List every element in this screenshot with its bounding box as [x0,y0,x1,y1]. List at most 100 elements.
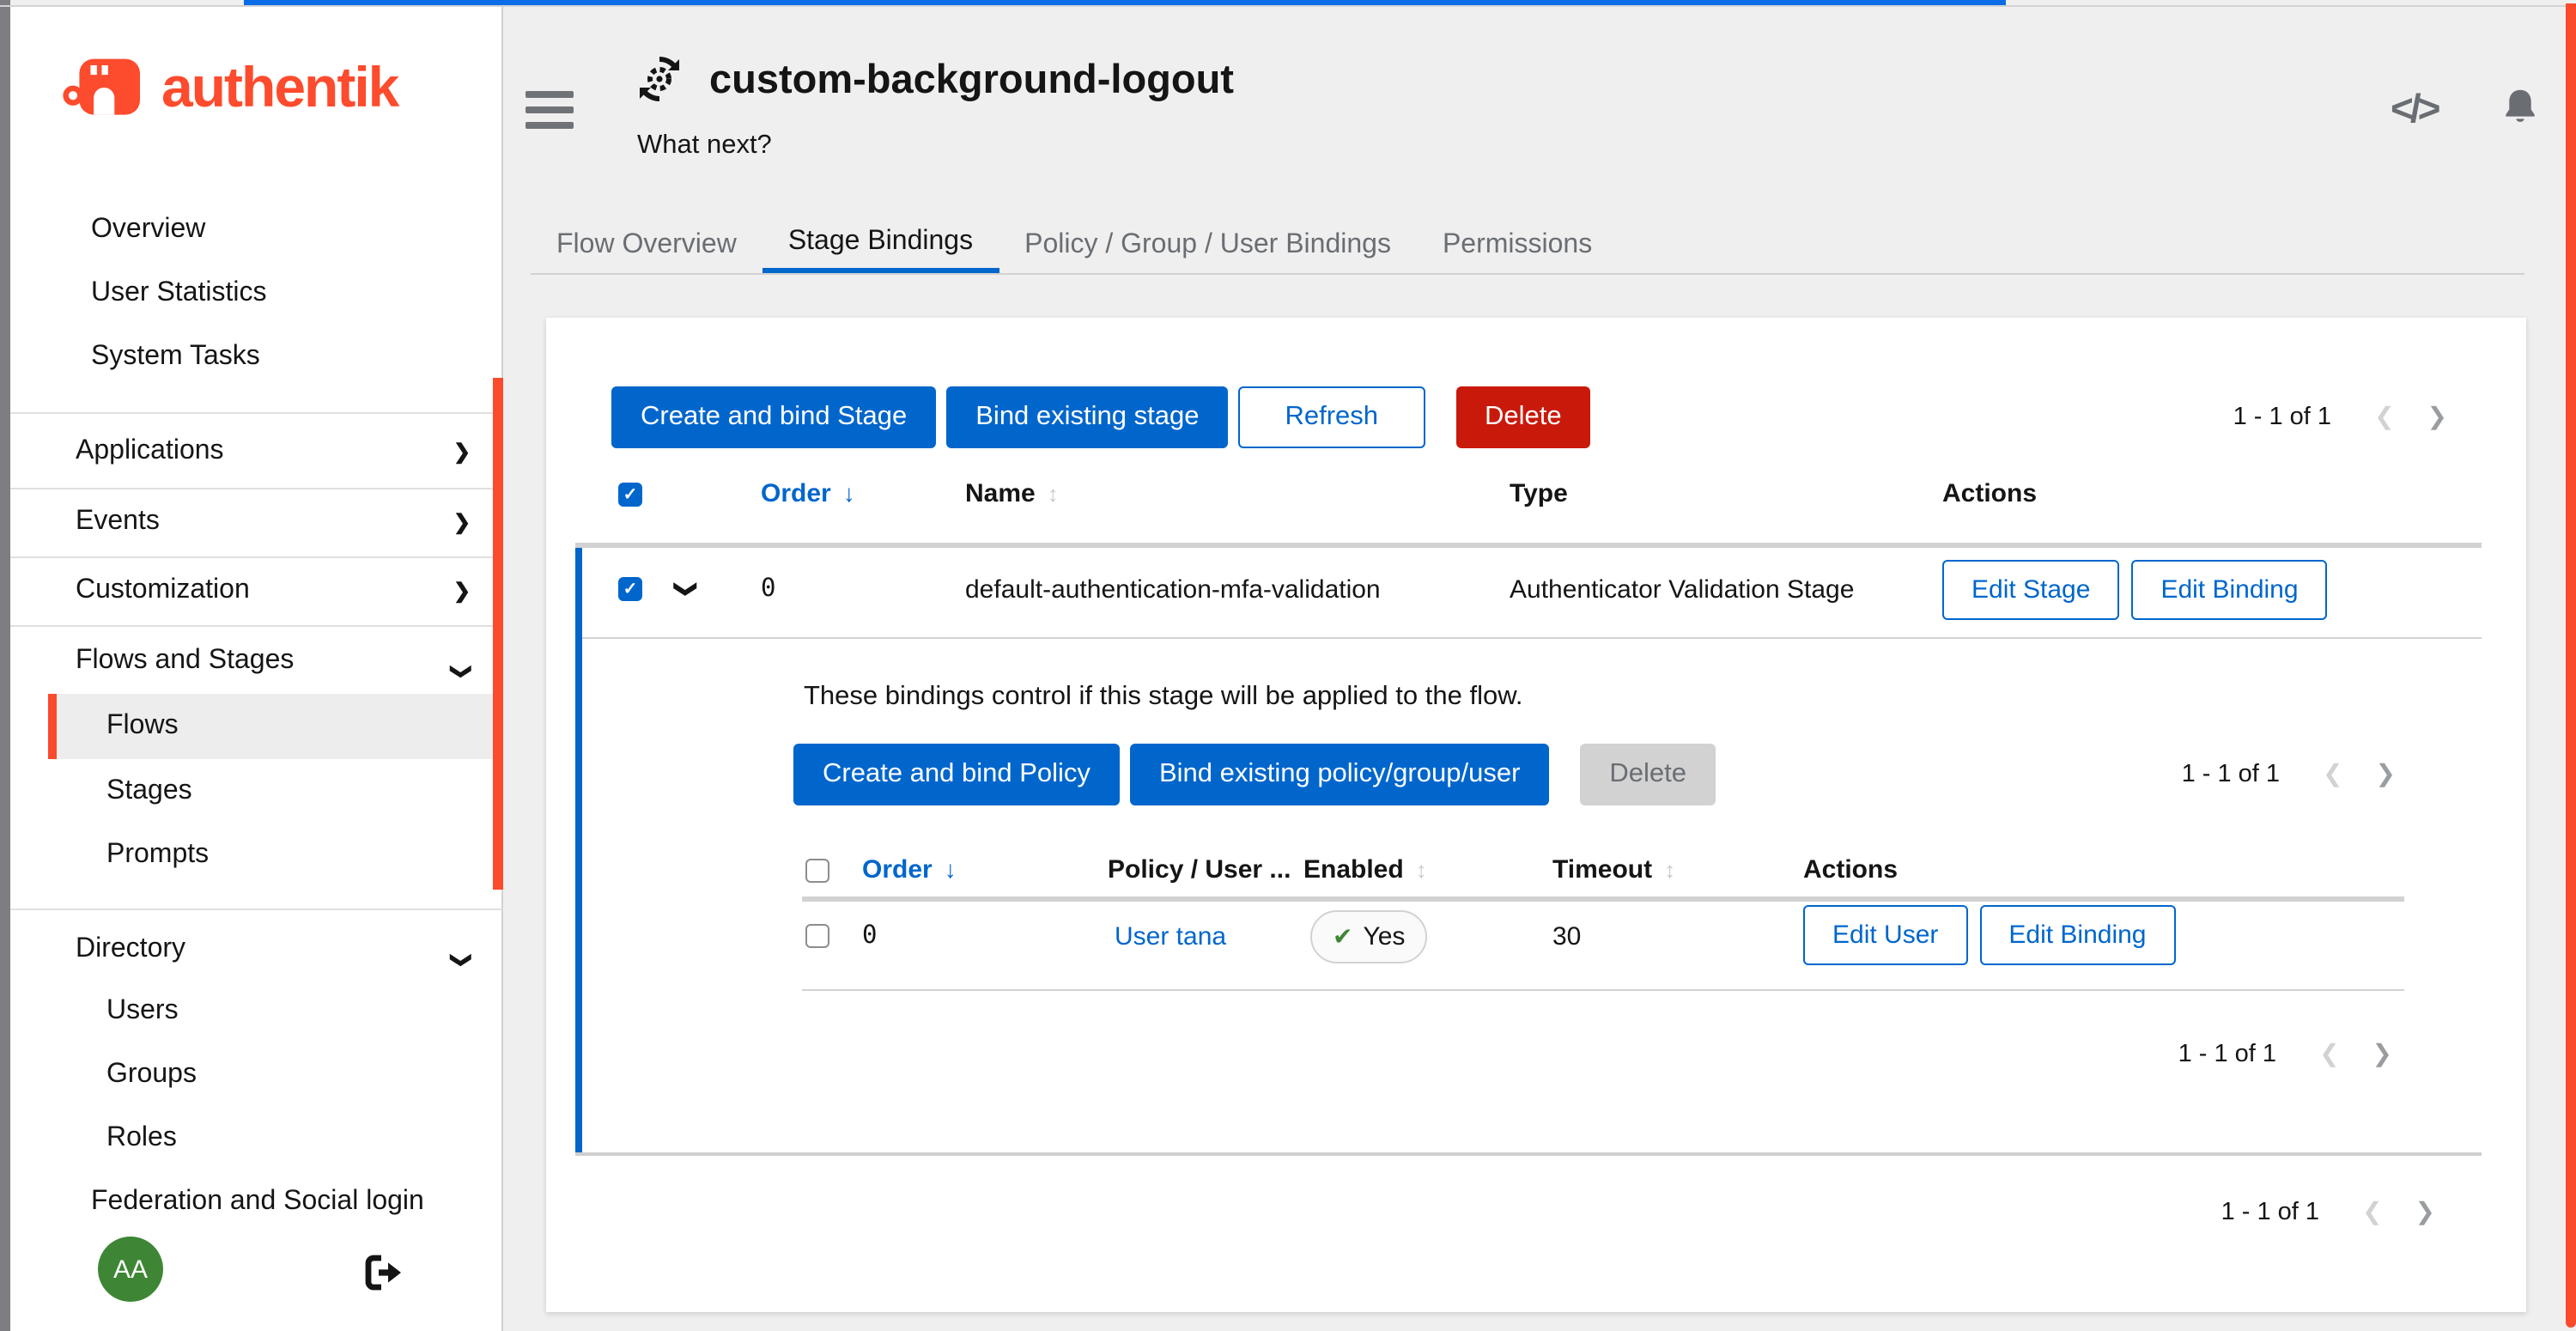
binding-edit-binding-button[interactable]: Edit Binding [1979,905,2175,965]
edit-user-button[interactable]: Edit User [1803,905,1967,965]
row-type-cell: Authenticator Validation Stage [1510,575,1854,605]
binding-row-timeout-cell: 30 [1552,922,1581,951]
sort-desc-icon: ↓ [945,855,957,883]
tab-permissions[interactable]: Permissions [1417,216,1618,273]
pagination-label: 1 - 1 of 1 [2182,760,2280,787]
bell-icon [2499,86,2542,129]
api-drawer-button[interactable]: </> [2391,86,2438,132]
row-bottom-border [582,637,2482,639]
binding-row-checkbox[interactable] [805,924,829,948]
sidebar-item-roles[interactable]: Roles [106,1123,177,1154]
sidebar-item-users[interactable]: Users [106,996,179,1027]
sidebar-item-directory[interactable]: Directory [76,934,185,965]
tab-flow-overview[interactable]: Flow Overview [531,216,762,273]
create-and-bind-policy-button[interactable]: Create and bind Policy [793,744,1120,805]
pagination-prev-icon[interactable]: ❮ [2319,1039,2339,1068]
pagination-label: 1 - 1 of 1 [2233,403,2331,430]
expanded-panel-bottom-border [575,1152,2482,1156]
sidebar-item-stages[interactable]: Stages [106,776,192,807]
select-all-checkbox[interactable]: ✓ [618,483,642,507]
sidebar-toggle-button[interactable] [526,91,574,128]
column-header-name[interactable]: Name↕ [965,479,1059,510]
pagination-inner-top: 1 - 1 of 1 ❮ ❯ [2182,759,2396,788]
sidebar-item-groups[interactable]: Groups [106,1060,197,1091]
pagination-next-icon[interactable]: ❯ [2427,402,2447,431]
row-checkbox[interactable]: ✓ [618,577,642,601]
binding-row-actions: Edit User Edit Binding [1803,905,2176,965]
sidebar-item-overview[interactable]: Overview [91,215,205,246]
table-header-separator [575,543,2482,547]
stage-bindings-card: Create and bind Stage Bind existing stag… [546,318,2526,1312]
bind-existing-stage-button[interactable]: Bind existing stage [946,386,1228,448]
pagination-label: 1 - 1 of 1 [2178,1040,2276,1067]
flow-type-icon [632,52,687,115]
page-title: custom-background-logout [709,57,1234,103]
sidebar-divider [10,412,503,414]
pagination-top: 1 - 1 of 1 ❮ ❯ [2233,402,2447,431]
tab-stage-bindings[interactable]: Stage Bindings [762,216,999,273]
pagination-prev-icon[interactable]: ❮ [2362,1197,2382,1226]
bindings-column-policy-user: Policy / User ... [1108,855,1291,884]
bindings-column-actions: Actions [1803,855,1898,884]
refresh-button[interactable]: Refresh [1238,386,1425,448]
brand-name: authentik [161,55,398,120]
pagination-bottom: 1 - 1 of 1 ❮ ❯ [2221,1197,2435,1226]
row-order-cell: 0 [761,575,775,603]
bindings-column-order[interactable]: Order↓ [862,855,957,886]
chevron-down-icon: ❯ [450,951,474,969]
sidebar-item-user-statistics[interactable]: User Statistics [91,278,267,309]
code-icon: </> [2391,86,2438,131]
sidebar-item-prompts[interactable]: Prompts [106,840,209,871]
pagination-prev-icon[interactable]: ❮ [2374,402,2394,431]
sidebar-scrollbar-thumb[interactable] [493,378,503,890]
sort-icon: ↕ [1048,481,1059,507]
user-avatar[interactable]: AA [98,1237,163,1302]
brand-logo[interactable]: authentik [62,48,398,127]
binding-row-bottom-border [802,989,2404,991]
column-header-order[interactable]: Order↓ [761,479,855,510]
bindings-delete-button-disabled[interactable]: Delete [1580,744,1716,805]
delete-button[interactable]: Delete [1455,386,1591,448]
edit-stage-button[interactable]: Edit Stage [1942,560,2119,620]
sidebar-item-federation[interactable]: Federation and Social login [91,1187,424,1218]
pagination-next-icon[interactable]: ❯ [2372,1039,2392,1068]
bindings-column-enabled[interactable]: Enabled↕ [1303,855,1427,886]
enabled-badge: ✔ Yes [1310,910,1427,963]
binding-row-order-cell: 0 [862,922,877,950]
bind-existing-policy-button[interactable]: Bind existing policy/group/user [1130,744,1549,805]
row-selected-accent [575,548,582,1154]
column-header-actions: Actions [1942,479,2037,508]
pagination-next-icon[interactable]: ❯ [2376,759,2396,788]
sort-icon: ↕ [1416,857,1427,883]
bindings-column-timeout[interactable]: Timeout↕ [1552,855,1675,886]
binding-row-user-link[interactable]: User tana [1115,922,1226,951]
edit-binding-button[interactable]: Edit Binding [2131,560,2327,620]
sidebar-item-system-tasks[interactable]: System Tasks [91,342,260,373]
hamburger-icon [526,91,574,97]
stage-toolbar: Create and bind Stage Bind existing stag… [611,386,1591,448]
window-edge-right-strip [2566,3,2576,1328]
pagination-inner-bottom: 1 - 1 of 1 ❮ ❯ [2178,1039,2392,1068]
logout-button[interactable] [361,1254,405,1291]
tab-policy-group-user-bindings[interactable]: Policy / Group / User Bindings [999,216,1417,273]
chevron-down-icon: ❯ [450,663,474,680]
pagination-prev-icon[interactable]: ❮ [2323,759,2342,788]
create-and-bind-stage-button[interactable]: Create and bind Stage [611,386,936,448]
row-expand-chevron-icon[interactable]: ❯ [672,580,700,599]
tab-bar: Flow Overview Stage Bindings Policy / Gr… [531,216,1618,273]
enabled-badge-label: Yes [1363,922,1405,951]
bindings-select-all-checkbox[interactable] [805,859,829,883]
sidebar-item-flows[interactable]: Flows [106,711,179,742]
notifications-button[interactable] [2499,86,2542,137]
sidebar-item-flows-and-stages[interactable]: Flows and Stages [76,646,294,677]
sidebar-item-events[interactable]: Events [76,507,160,538]
pagination-next-icon[interactable]: ❯ [2415,1197,2435,1226]
sidebar-item-flows-selected-bg[interactable]: Flows [48,694,503,759]
avatar-initials: AA [113,1255,148,1284]
sidebar-item-applications[interactable]: Applications [76,436,224,467]
sidebar: authentik Overview User Statistics Syste… [10,7,503,1331]
row-name-cell: default-authentication-mfa-validation [965,575,1381,605]
sidebar-divider [10,625,503,627]
sidebar-item-customization[interactable]: Customization [76,575,250,606]
selected-accent-bar [48,694,56,759]
